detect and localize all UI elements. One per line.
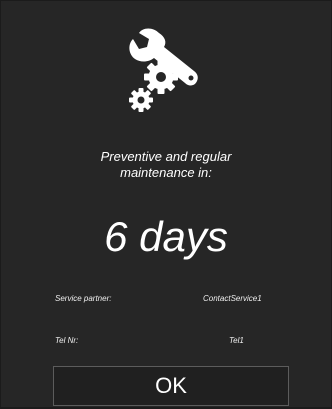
maintenance-message-line1: Preventive and regular [100, 149, 232, 164]
service-partner-label: Service partner: [55, 294, 112, 303]
maintenance-icon [119, 19, 219, 119]
gear-small-icon [129, 88, 153, 112]
tel-label: Tel Nr: [55, 336, 79, 345]
maintenance-message-line2: maintenance in: [120, 165, 212, 180]
ok-button[interactable]: OK [53, 366, 289, 406]
gear-large-icon [144, 60, 178, 94]
wrench-gears-icon [129, 28, 198, 112]
maintenance-countdown: 6 days [104, 213, 228, 260]
maintenance-dialog: Preventive and regular maintenance in: 6… [1, 1, 331, 407]
tel-value: Tel1 [229, 336, 244, 345]
service-partner-value: ContactService1 [203, 294, 262, 303]
